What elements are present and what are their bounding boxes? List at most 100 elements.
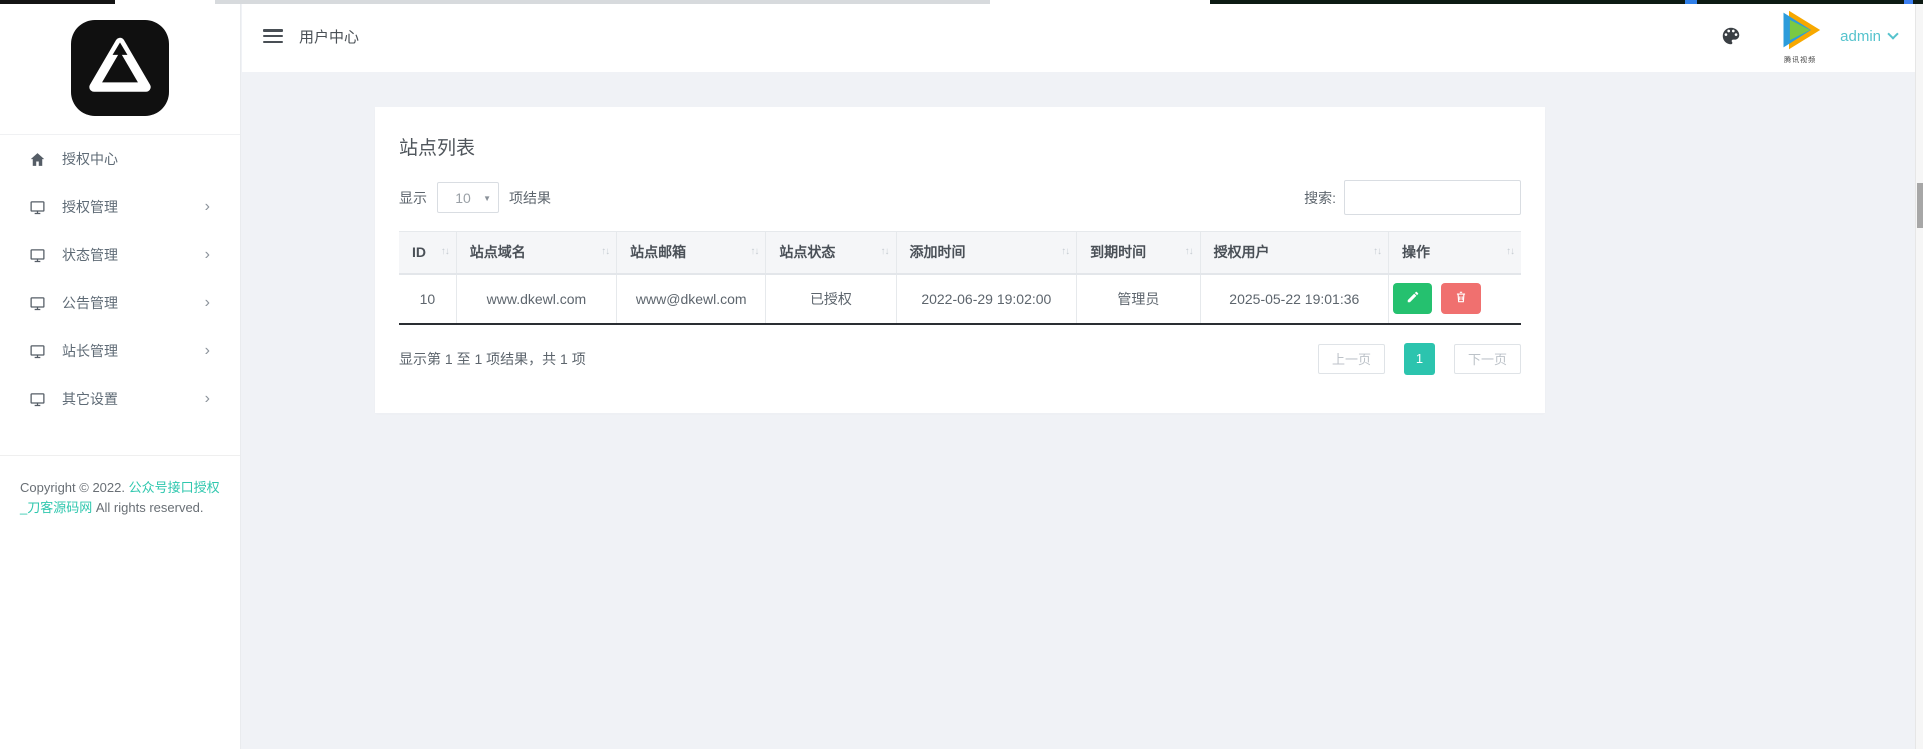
chrome-seg-tabs xyxy=(215,0,990,4)
page-root: 授权中心 授权管理 › 状态管理 › 公告管理 › 站长管理 › 其它设置 › … xyxy=(0,0,1923,749)
column-header-actions[interactable]: 操作 ↑↓ xyxy=(1388,231,1521,275)
site-list-card: 站点列表 显示 10 ▼ 项结果 搜索: ID ↑↓ 站点域名 ↑↓ 站点邮箱 … xyxy=(375,107,1545,413)
sort-icon: ↑↓ xyxy=(1506,246,1515,257)
column-label: 添加时间 xyxy=(909,244,966,261)
cell-expiry-time: 2025-05-22 19:01:36 xyxy=(1199,273,1390,325)
username-label: admin xyxy=(1840,27,1881,45)
monitor-icon xyxy=(29,294,47,312)
chevron-right-icon: › xyxy=(204,390,210,407)
chevron-right-icon: › xyxy=(204,246,210,263)
scrollbar-thumb[interactable] xyxy=(1917,183,1923,228)
monitor-icon xyxy=(29,342,47,360)
pencil-icon xyxy=(1406,290,1420,307)
avatar-caption: 腾讯视频 xyxy=(1784,57,1817,64)
sort-icon: ↑↓ xyxy=(1061,246,1070,257)
sort-icon: ↑↓ xyxy=(1373,246,1382,257)
copyright-suffix: All rights reserved. xyxy=(95,500,204,516)
drive-triangle-icon xyxy=(89,37,151,100)
logo-container xyxy=(0,0,240,116)
column-label: 站点状态 xyxy=(779,244,836,261)
sort-icon: ↑↓ xyxy=(440,246,450,257)
results-info: 显示第 1 至 1 项结果，共 1 项 xyxy=(399,350,586,367)
cell-email: www@dkewl.com xyxy=(616,273,767,325)
cell-id: 10 xyxy=(399,273,457,325)
chrome-seg-dark-right xyxy=(1210,0,1923,4)
home-icon xyxy=(29,150,47,168)
column-header-email[interactable]: 站点邮箱 ↑↓ xyxy=(616,231,767,275)
search-input[interactable] xyxy=(1344,180,1521,215)
cell-auth-user: 管理员 xyxy=(1076,273,1201,325)
length-suffix-label: 项结果 xyxy=(509,189,551,206)
card-title: 站点列表 xyxy=(399,138,476,159)
page-scrollbar[interactable] xyxy=(1915,0,1923,749)
copyright-prefix: Copyright © 2022. xyxy=(20,480,125,495)
sort-icon: ↑↓ xyxy=(750,246,759,257)
chrome-blue-dot xyxy=(1685,0,1697,4)
sidebar-item-auth-manage[interactable]: 授权管理 › xyxy=(0,183,240,231)
page-length-select[interactable]: 10 ▼ xyxy=(437,182,499,213)
sidebar-item-label: 授权中心 xyxy=(62,151,118,167)
column-label: 授权用户 xyxy=(1213,244,1270,261)
sidebar-item-status-manage[interactable]: 状态管理 › xyxy=(0,231,240,279)
monitor-icon xyxy=(29,198,47,216)
next-page-button[interactable]: 下一页 xyxy=(1453,343,1521,374)
sidebar: 授权中心 授权管理 › 状态管理 › 公告管理 › 站长管理 › 其它设置 › … xyxy=(0,0,241,749)
sidebar-item-other-settings[interactable]: 其它设置 › xyxy=(0,375,240,423)
search-label: 搜索: xyxy=(1304,189,1336,206)
table-row: 10 www.dkewl.com www@dkewl.com 已授权 2022-… xyxy=(399,273,1521,325)
main-content: 站点列表 显示 10 ▼ 项结果 搜索: ID ↑↓ 站点域名 ↑↓ 站点邮箱 … xyxy=(242,72,1915,749)
chevron-right-icon: › xyxy=(204,198,210,215)
sites-table: ID ↑↓ 站点域名 ↑↓ 站点邮箱 ↑↓ 站点状态 ↑↓ 添加时间 ↑↓ 到期时间 ↑↓ … xyxy=(399,231,1521,325)
page-title: 用户中心 xyxy=(299,28,360,46)
pagination: 上一页 1 下一页 xyxy=(1317,342,1521,375)
monitor-icon xyxy=(29,246,47,264)
sidebar-item-auth-center[interactable]: 授权中心 xyxy=(0,135,240,183)
sidebar-item-label: 公告管理 xyxy=(62,295,118,311)
sidebar-item-label: 授权管理 xyxy=(62,199,118,215)
chevron-right-icon: › xyxy=(204,342,210,359)
hamburger-menu-icon[interactable] xyxy=(263,29,283,43)
top-header: 用户中心 腾讯视频 admin xyxy=(242,0,1915,72)
sort-icon: ↑↓ xyxy=(880,246,890,257)
sidebar-menu: 授权中心 授权管理 › 状态管理 › 公告管理 › 站长管理 › 其它设置 › xyxy=(0,135,240,423)
current-page-button[interactable]: 1 xyxy=(1403,342,1435,375)
prev-page-button[interactable]: 上一页 xyxy=(1317,343,1385,374)
chevron-down-icon xyxy=(1887,28,1899,40)
cell-domain: www.dkewl.com xyxy=(455,273,618,325)
table-controls: 显示 10 ▼ 项结果 搜索: xyxy=(399,180,1521,215)
column-header-expiry-time[interactable]: 到期时间 ↑↓ xyxy=(1076,231,1201,275)
delete-button[interactable] xyxy=(1441,283,1482,314)
length-prefix-label: 显示 xyxy=(399,189,427,206)
copyright: Copyright © 2022. 公众号接口授权_刀客源码网 All righ… xyxy=(0,456,240,518)
browser-chrome-sliver xyxy=(0,0,1923,4)
page-length-control: 显示 10 ▼ 项结果 xyxy=(399,182,551,213)
column-header-auth-user[interactable]: 授权用户 ↑↓ xyxy=(1199,231,1390,275)
column-header-status[interactable]: 站点状态 ↑↓ xyxy=(765,231,897,275)
sidebar-item-webmaster-manage[interactable]: 站长管理 › xyxy=(0,327,240,375)
monitor-icon xyxy=(29,390,47,408)
cell-actions xyxy=(1388,273,1521,325)
column-header-domain[interactable]: 站点域名 ↑↓ xyxy=(455,231,618,275)
chevron-right-icon: › xyxy=(204,294,210,311)
column-header-id[interactable]: ID ↑↓ xyxy=(399,231,457,275)
app-logo[interactable] xyxy=(71,20,169,116)
column-label: 站点域名 xyxy=(469,244,526,261)
edit-button[interactable] xyxy=(1393,283,1433,314)
selected-length: 10 xyxy=(455,189,471,206)
sidebar-item-label: 状态管理 xyxy=(62,247,118,263)
chrome-blue-dot-2 xyxy=(1904,0,1913,4)
trash-icon xyxy=(1454,290,1468,307)
table-header-row: ID ↑↓ 站点域名 ↑↓ 站点邮箱 ↑↓ 站点状态 ↑↓ 添加时间 ↑↓ 到期时间 ↑↓ … xyxy=(399,231,1521,275)
sidebar-item-label: 其它设置 xyxy=(62,391,118,407)
search-control: 搜索: xyxy=(1304,180,1521,215)
chrome-seg-dark-left xyxy=(0,0,115,4)
column-label: 操作 xyxy=(1402,244,1431,261)
column-header-added-time[interactable]: 添加时间 ↑↓ xyxy=(895,231,1078,275)
sidebar-item-announcement-manage[interactable]: 公告管理 › xyxy=(0,279,240,327)
sidebar-item-label: 站长管理 xyxy=(62,343,118,359)
column-label: 到期时间 xyxy=(1090,244,1147,261)
user-dropdown[interactable]: admin xyxy=(1840,27,1899,45)
user-avatar[interactable]: 腾讯视频 xyxy=(1774,8,1826,64)
cell-added-time: 2022-06-29 19:02:00 xyxy=(895,273,1078,325)
theme-palette-icon[interactable] xyxy=(1720,23,1746,49)
